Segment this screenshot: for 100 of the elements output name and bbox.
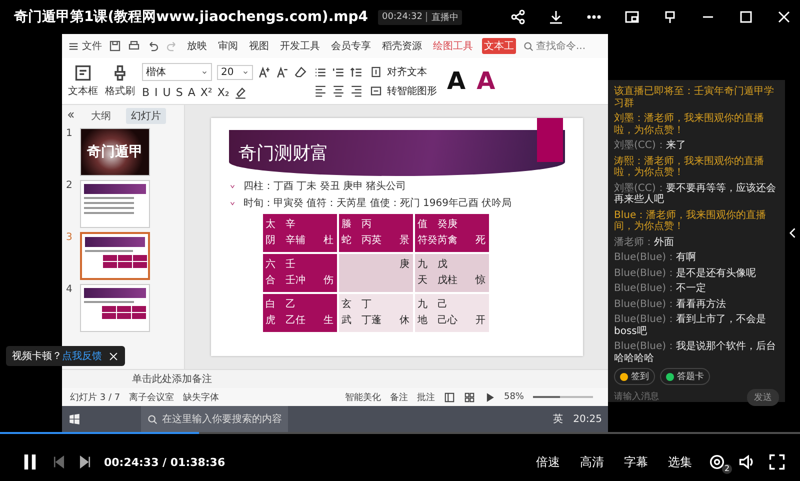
numbered-list-icon[interactable]: [332, 66, 345, 78]
format-button[interactable]: B: [142, 86, 150, 99]
chat-notice: 涛熙：潘老师，我来围观你的直播啦，为你点赞！: [614, 156, 765, 178]
chat-message: Blue(Blue)：不一定: [614, 283, 708, 294]
live-indicator: 00:24:32 直播中: [378, 10, 462, 24]
table-cell: 六 壬 合 壬冲 伤: [262, 254, 336, 292]
align-right-icon[interactable]: [350, 84, 363, 96]
ribbon-tab[interactable]: 文本工: [482, 38, 516, 54]
bullet-list-icon[interactable]: [314, 66, 327, 78]
player-control[interactable]: 高清: [576, 454, 608, 470]
format-button[interactable]: S: [176, 86, 183, 99]
panel-tab[interactable]: 幻灯片: [126, 108, 166, 124]
ribbon-tab[interactable]: 视图: [247, 38, 271, 54]
eraser-icon[interactable]: [294, 66, 307, 78]
slide-number: 3: [66, 232, 74, 243]
chat-message: Blue(Blue)：我是说那个软件，后台哈哈哈哈: [614, 341, 778, 364]
text-box-icon: [74, 64, 92, 82]
double-chevron-icon: [66, 110, 76, 120]
panel-tab[interactable]: 大纲: [86, 108, 116, 124]
chat-message: 刘墨(CC)：要不要再等等，应该还会再来些人吧: [614, 182, 777, 206]
download-icon[interactable]: [548, 9, 564, 25]
chat-notice: 该直播已即将至：壬寅年奇门遁甲学习群: [614, 86, 775, 109]
chat-message: Blue(Blue)：看到上市了，不会是boss吧: [614, 314, 768, 337]
caret-icon: [242, 68, 249, 76]
ribbon-tab[interactable]: 稻壳资源: [380, 38, 424, 54]
caret-icon: [201, 68, 208, 76]
taskbar-clock: 20:25: [573, 414, 602, 424]
start-icon[interactable]: [68, 412, 81, 426]
align-center-icon[interactable]: [332, 84, 345, 96]
maximize-icon[interactable]: [738, 9, 754, 25]
feedback-text: 视频卡顿？点我反馈: [12, 350, 102, 363]
close-icon[interactable]: [776, 9, 792, 25]
ribbon-tab[interactable]: 绘图工具: [431, 38, 475, 54]
align-text-button[interactable]: 对齐文本: [370, 64, 437, 78]
accent-block: [536, 118, 562, 162]
grow-font-icon[interactable]: [258, 66, 271, 78]
slide-thumbnail[interactable]: [80, 232, 150, 280]
line-spacing-icon[interactable]: [350, 66, 363, 78]
taskbar-search[interactable]: 在这里输入你要搜索的内容: [141, 406, 288, 432]
file-menu[interactable]: 文件: [68, 39, 102, 53]
font-size-dropdown[interactable]: 20: [217, 64, 253, 80]
table-cell: 值 癸庚 符癸芮禽 死: [414, 214, 488, 252]
slide-title: 奇门测财富: [238, 142, 328, 165]
player-control[interactable]: 倍速: [532, 454, 564, 470]
format-painter-button[interactable]: 格式刷: [105, 64, 135, 98]
close-icon[interactable]: [108, 350, 119, 362]
format-button[interactable]: U: [162, 86, 171, 99]
player-control[interactable]: 字幕: [620, 454, 652, 470]
ribbon-tab[interactable]: 开发工具: [278, 38, 322, 54]
chat-message: 潘老师：外面: [614, 236, 675, 248]
table-cell: 九 戊 天 戊柱 惊: [414, 254, 488, 292]
text-box-button[interactable]: 文本框: [68, 64, 98, 98]
slide-thumbnail[interactable]: [80, 180, 150, 228]
smart-art-button[interactable]: 转智能图形: [370, 84, 437, 98]
input-language[interactable]: 英: [553, 412, 564, 426]
video-title: 奇门遁甲第1课(教程网www.jiaochengs.com).mp4: [14, 8, 368, 26]
beautify-button[interactable]: 智能美化: [344, 390, 381, 404]
missing-font-button[interactable]: 缺失字体: [183, 390, 220, 404]
slide-thumbnail[interactable]: 奇门遁甲: [80, 128, 150, 176]
picture-in-picture-icon[interactable]: [624, 9, 640, 25]
format-button[interactable]: X₂: [217, 86, 230, 99]
slide-number: 2: [66, 180, 74, 191]
align-left-icon[interactable]: [314, 84, 327, 96]
chat-action-button[interactable]: 答题卡: [660, 368, 710, 385]
theme-name: 离子会议室: [129, 392, 174, 404]
undo-icon[interactable]: [147, 40, 159, 52]
fullscreen-icon[interactable]: [768, 453, 786, 471]
print-icon[interactable]: [128, 40, 140, 52]
format-button[interactable]: I: [154, 86, 158, 99]
chat-input[interactable]: 请输入消息: [614, 392, 659, 403]
ribbon-tab[interactable]: 审阅: [216, 38, 240, 54]
search-icon: [523, 40, 534, 52]
slide-thumbnail[interactable]: [80, 284, 150, 332]
font-dropdown[interactable]: 楷体: [142, 63, 212, 81]
chat-notice: Blue：潘老师，我来围观你的直播间，为你点赞！: [614, 210, 768, 232]
player-control[interactable]: 选集: [664, 454, 696, 470]
command-search[interactable]: 查找命令...: [523, 39, 586, 53]
zoom-level: 58%: [504, 392, 524, 402]
comments-button[interactable]: 批注: [416, 390, 435, 404]
slide-number: 1: [66, 128, 74, 139]
format-button[interactable]: X²: [200, 86, 212, 99]
table-cell: 九 己 地 己心 开: [414, 294, 488, 332]
highlighter-icon[interactable]: [234, 86, 248, 99]
ribbon-tab[interactable]: 放映: [185, 38, 209, 54]
search-icon: [147, 414, 158, 424]
next-icon[interactable]: [78, 455, 92, 469]
share-icon[interactable]: [510, 9, 526, 25]
format-button[interactable]: A: [188, 86, 196, 99]
save-icon[interactable]: [109, 40, 121, 52]
notes-button[interactable]: 备注: [390, 390, 408, 404]
normal-view-icon[interactable]: [444, 392, 455, 402]
chat-action-button[interactable]: 签到: [614, 368, 655, 385]
send-button[interactable]: 发送: [747, 389, 779, 406]
ribbon-tab[interactable]: 会员专享: [329, 38, 373, 54]
grid-view-icon[interactable]: [464, 392, 475, 402]
chat-message: Blue(Blue)：有啊: [614, 252, 698, 264]
previous-icon[interactable]: [52, 455, 66, 469]
shrink-font-icon[interactable]: [276, 66, 289, 78]
table-cell: 白 乙 虎 乙任 生: [262, 294, 336, 332]
table-cell: 庚: [338, 254, 412, 292]
